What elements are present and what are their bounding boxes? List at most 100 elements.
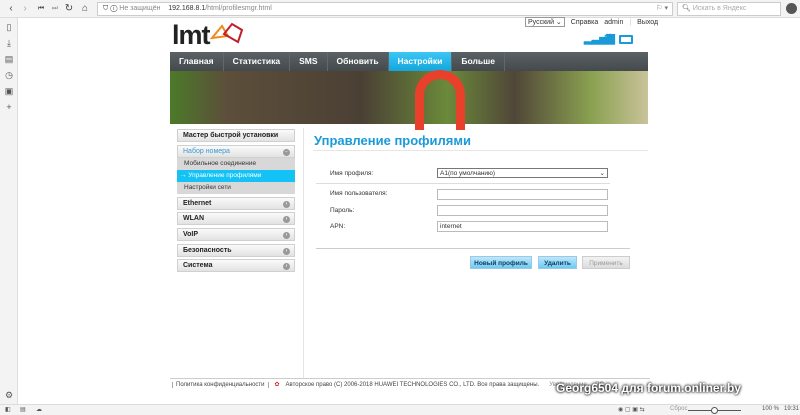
- watermark: Georg6504 для forum.onliner.by: [556, 381, 741, 395]
- browser-statusbar: ◧ ▤ ☁ ◉ ▢ ▣ ⇆ Сброс 100 % 19:31: [0, 404, 800, 415]
- panel-icon[interactable]: ◧: [5, 406, 11, 413]
- password-input[interactable]: [437, 205, 608, 216]
- prev-track-icon[interactable]: ⏮: [34, 5, 48, 13]
- menu-label: → Управление профилями: [180, 172, 262, 179]
- main-nav: Главная Статистика SMS Обновить Настройк…: [170, 52, 648, 71]
- settings-icon[interactable]: ⚙: [3, 390, 15, 401]
- menu-network-settings[interactable]: Настройки сети: [177, 182, 295, 194]
- banner-decoration: [415, 70, 465, 130]
- data-transfer-icon: ⇅: [604, 33, 614, 45]
- search-input[interactable]: 🔍︎ Искать в Яндекс: [677, 2, 781, 16]
- expand-icon: ›: [283, 248, 290, 255]
- expand-icon: ›: [283, 201, 290, 208]
- apply-button[interactable]: Применить: [582, 256, 630, 269]
- expand-icon: ›: [283, 232, 290, 239]
- forward-icon[interactable]: ›: [18, 3, 32, 14]
- download-icon[interactable]: ⤓: [3, 38, 15, 49]
- zoom-reset-button[interactable]: Сброс: [670, 406, 687, 412]
- expand-icon: ›: [283, 216, 290, 223]
- divider: [313, 150, 648, 151]
- apn-input[interactable]: internet: [437, 221, 608, 232]
- profile-name-select[interactable]: A1(по умолчанию) ⌄: [437, 168, 608, 178]
- nav-sms[interactable]: SMS: [290, 52, 328, 71]
- nav-more[interactable]: Больше: [452, 52, 505, 71]
- zoom-level: 100 %: [762, 406, 780, 412]
- menu-label: Безопасность: [183, 247, 232, 254]
- menu-label: Настройки сети: [184, 184, 231, 191]
- reload-icon[interactable]: ↻: [62, 3, 76, 14]
- home-icon[interactable]: ⌂: [78, 3, 92, 14]
- add-panel-icon[interactable]: +: [3, 102, 15, 112]
- new-profile-button[interactable]: Новый профиль: [470, 256, 532, 269]
- divider: [303, 128, 304, 378]
- language-select[interactable]: Русский ⌄: [525, 17, 565, 27]
- zoom-slider-handle[interactable]: [710, 407, 718, 414]
- profile-name-value: A1(по умолчанию): [440, 170, 496, 177]
- page-actions-icon[interactable]: ◉ ▢ ▣ ⇆: [618, 406, 645, 413]
- browser-sidebar: ▯ ⤓ ▤ ◷ ▣ + ⚙: [0, 18, 18, 404]
- menu-label: Мастер быстрой установки: [183, 132, 279, 139]
- security-label: Не защищён: [119, 5, 161, 12]
- nav-settings[interactable]: Настройки: [388, 52, 453, 71]
- delete-button[interactable]: Удалить: [538, 256, 577, 269]
- password-label: Пароль:: [330, 207, 355, 214]
- lmt-logo: lmt: [172, 20, 246, 50]
- help-link[interactable]: Справка: [571, 19, 598, 26]
- notes-icon[interactable]: ▤: [3, 54, 15, 65]
- clock: 19:31: [784, 406, 800, 412]
- shield-icon: ⛉ ⓘ: [103, 5, 120, 12]
- footer-divider: [170, 378, 650, 379]
- bookmark-icon[interactable]: ⚐ ▾: [656, 3, 668, 15]
- apn-label: APN:: [330, 223, 346, 230]
- bookmarks-icon[interactable]: ▯: [3, 22, 15, 33]
- huawei-logo-icon: ✿: [274, 382, 280, 388]
- window-icon[interactable]: ▤: [20, 406, 26, 413]
- menu-label: Набор номера: [183, 148, 230, 155]
- expand-icon: ›: [283, 263, 290, 270]
- menu-system[interactable]: Система ›: [177, 259, 295, 272]
- username-input[interactable]: [437, 189, 608, 200]
- nav-statistics[interactable]: Статистика: [224, 52, 291, 71]
- cloud-icon[interactable]: ☁: [36, 406, 42, 413]
- username-label: Имя пользователя:: [330, 190, 388, 197]
- zoom-slider[interactable]: [688, 407, 741, 414]
- browser-toolbar: ‹ › ⏮ ⏭ ↻ ⌂ ⛉ ⓘ Не защищён 192.168.8.1/h…: [0, 0, 800, 18]
- nav-update[interactable]: Обновить: [328, 52, 389, 71]
- menu-label: Ethernet: [183, 200, 212, 207]
- back-icon[interactable]: ‹: [4, 3, 18, 14]
- privacy-link[interactable]: Политика конфиденциальности: [172, 381, 269, 388]
- url-host: 192.168.8.1: [168, 5, 206, 12]
- menu-quick-setup[interactable]: Мастер быстрой установки: [177, 129, 295, 142]
- chevron-down-icon: ⌄: [599, 170, 605, 177]
- menu-profile-management[interactable]: → Управление профилями: [177, 170, 295, 182]
- page-title: Управление профилями: [314, 133, 471, 148]
- logo-text: lmt: [172, 20, 210, 50]
- user-link[interactable]: admin: [604, 19, 623, 26]
- language-value: Русский: [528, 19, 554, 26]
- profile-avatar-icon[interactable]: [786, 3, 797, 14]
- menu-label: VoIP: [183, 231, 199, 238]
- nav-home[interactable]: Главная: [170, 52, 224, 71]
- collapse-icon: −: [283, 149, 290, 156]
- footer: Политика конфиденциальности ✿ Авторское …: [172, 381, 604, 388]
- menu-mobile-connection[interactable]: Мобильное соединение: [177, 158, 295, 170]
- menu-voip[interactable]: VoIP ›: [177, 228, 295, 241]
- menu-security[interactable]: Безопасность ›: [177, 244, 295, 257]
- history-icon[interactable]: ◷: [3, 70, 15, 81]
- menu-ethernet[interactable]: Ethernet ›: [177, 197, 295, 210]
- divider: [316, 248, 630, 249]
- divider: [316, 183, 610, 184]
- menu-label: Мобильное соединение: [184, 160, 257, 167]
- copyright-text: Авторское право (C) 2006-2018 HUAWEI TEC…: [285, 381, 540, 388]
- tabs-icon[interactable]: ▣: [3, 86, 15, 97]
- menu-dial-up[interactable]: Набор номера −: [177, 145, 295, 158]
- profile-name-label: Имя профиля:: [330, 170, 374, 177]
- menu-wlan[interactable]: WLAN ›: [177, 212, 295, 225]
- banner-image: [170, 71, 648, 124]
- menu-label: WLAN: [183, 215, 204, 222]
- address-bar[interactable]: ⛉ ⓘ Не защищён 192.168.8.1/html/profiles…: [97, 2, 673, 16]
- menu-label: Система: [183, 262, 213, 269]
- next-track-icon[interactable]: ⏭: [48, 5, 62, 13]
- logo-mark-icon: [209, 22, 243, 44]
- logout-link[interactable]: Выход: [637, 19, 658, 26]
